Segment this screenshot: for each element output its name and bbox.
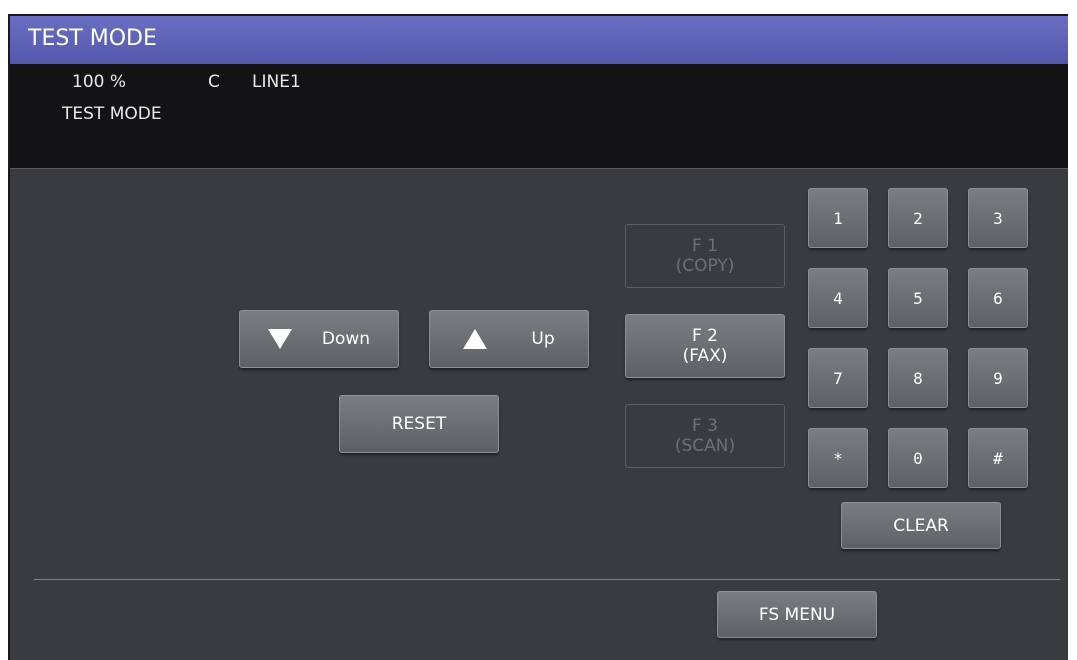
keypad-key-hash[interactable]: # xyxy=(968,428,1028,488)
keypad-key-6[interactable]: 6 xyxy=(968,268,1028,328)
keypad-key-9[interactable]: 9 xyxy=(968,348,1028,408)
down-arrow-icon xyxy=(267,329,292,349)
down-button[interactable]: Down xyxy=(239,310,399,368)
up-button-label: Up xyxy=(531,329,555,349)
zoom-readout: 100 % xyxy=(72,72,127,92)
f2-sublabel: (FAX) xyxy=(682,346,728,366)
f1-copy-button[interactable]: F 1 (COPY) xyxy=(625,224,785,288)
mode-text: TEST MODE xyxy=(62,104,162,124)
keypad-key-4[interactable]: 4 xyxy=(808,268,868,328)
keypad-key-0[interactable]: 0 xyxy=(888,428,948,488)
footer-divider xyxy=(34,579,1060,580)
title-bar: TEST MODE xyxy=(10,16,1068,64)
keypad-key-3[interactable]: 3 xyxy=(968,188,1028,248)
f3-sublabel: (SCAN) xyxy=(674,436,736,456)
f2-label: F 2 xyxy=(692,326,718,346)
f3-scan-button[interactable]: F 3 (SCAN) xyxy=(625,404,785,468)
color-mode-indicator: C xyxy=(208,72,220,92)
clear-button[interactable]: CLEAR xyxy=(841,502,1001,549)
up-arrow-icon xyxy=(463,329,488,349)
f1-sublabel: (COPY) xyxy=(675,256,735,276)
down-button-label: Down xyxy=(321,329,371,349)
keypad-key-1[interactable]: 1 xyxy=(808,188,868,248)
fs-menu-button[interactable]: FS MENU xyxy=(717,591,877,638)
f1-label: F 1 xyxy=(692,236,718,256)
keypad-key-7[interactable]: 7 xyxy=(808,348,868,408)
status-panel: 100 % C LINE1 TEST MODE xyxy=(10,64,1068,169)
f3-label: F 3 xyxy=(692,416,718,436)
up-button[interactable]: Up xyxy=(429,310,589,368)
keypad-key-5[interactable]: 5 xyxy=(888,268,948,328)
keypad-key-2[interactable]: 2 xyxy=(888,188,948,248)
keypad-key-8[interactable]: 8 xyxy=(888,348,948,408)
reset-button[interactable]: RESET xyxy=(339,395,499,453)
keypad-key-star[interactable]: * xyxy=(808,428,868,488)
f2-fax-button[interactable]: F 2 (FAX) xyxy=(625,314,785,378)
test-mode-screen: TEST MODE 100 % C LINE1 TEST MODE Down U… xyxy=(8,14,1068,660)
line-indicator: LINE1 xyxy=(252,72,301,92)
